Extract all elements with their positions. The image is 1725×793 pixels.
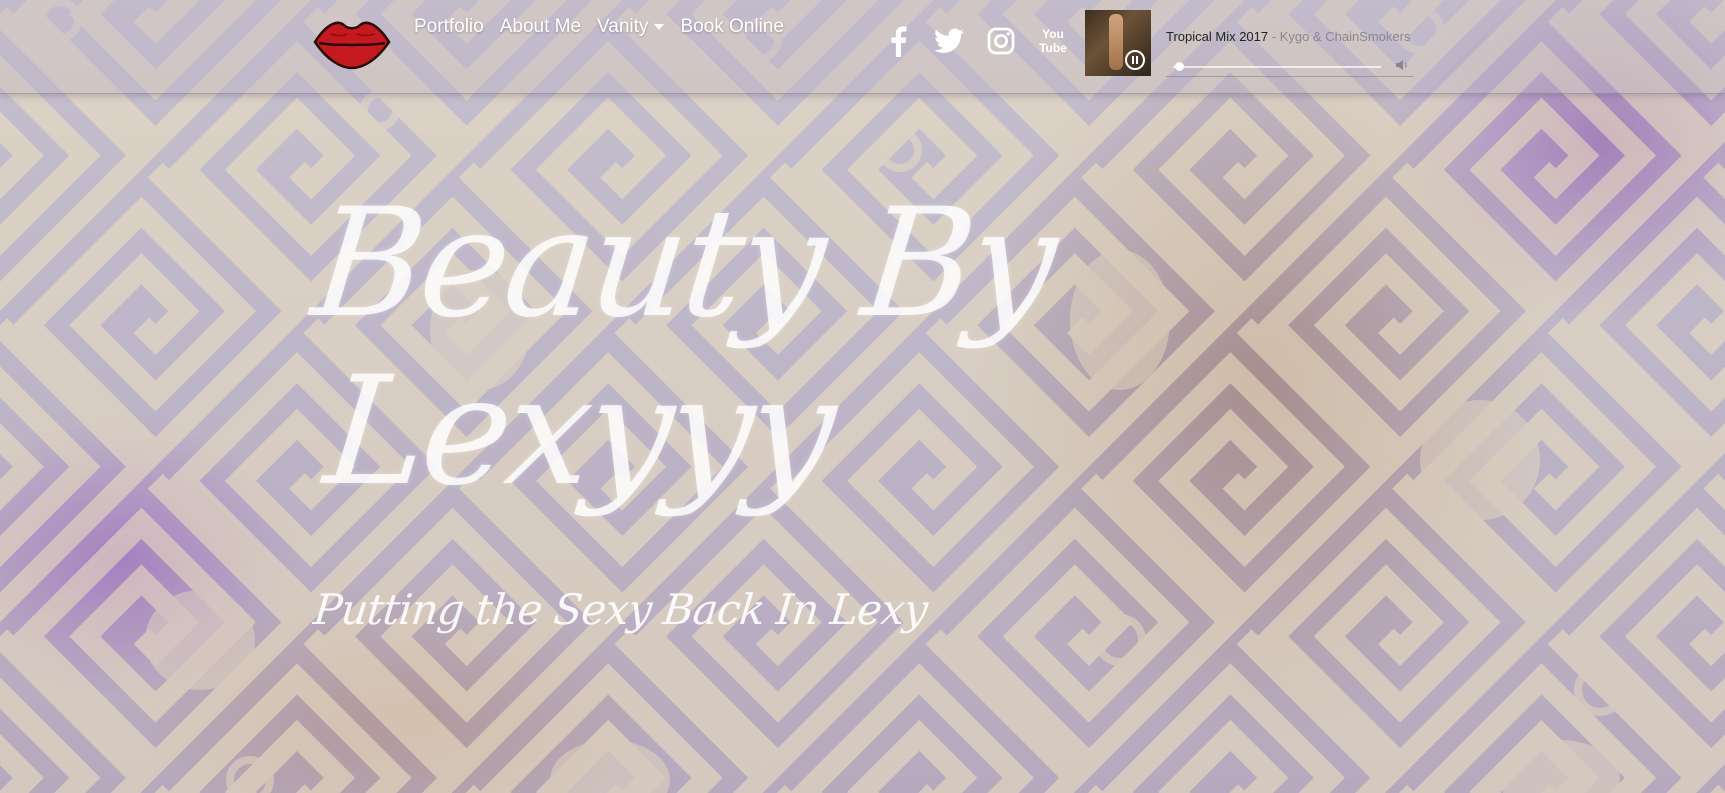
twitter-icon[interactable] — [931, 24, 967, 58]
hero-title-line1: Beauty By — [305, 177, 1061, 351]
lips-logo-icon[interactable] — [311, 14, 393, 72]
hero-title: Beauty By Lexyyy — [288, 177, 1083, 519]
music-player: Tropical Mix 2017 - Kygo & ChainSmokers — [1085, 10, 1415, 78]
nav-book-online-label: Book Online — [680, 16, 784, 37]
track-artist: - Kygo & ChainSmokers — [1271, 29, 1411, 44]
album-art-figure — [1109, 14, 1123, 70]
nav-vanity-label: Vanity — [597, 16, 649, 37]
caret-down-icon — [654, 24, 665, 30]
hero-subtitle: Putting the Sexy Back In Lexy — [311, 585, 930, 634]
nav-about-me[interactable]: About Me — [500, 16, 581, 38]
instagram-icon[interactable] — [985, 24, 1017, 58]
main-nav: Portfolio About Me Vanity Book Online — [414, 16, 784, 38]
progress-bar[interactable] — [1173, 62, 1381, 71]
youtube-icon-text-top: You — [1042, 27, 1064, 41]
pause-icon[interactable] — [1125, 50, 1145, 70]
volume-icon[interactable] — [1395, 58, 1409, 76]
nav-portfolio-label: Portfolio — [414, 16, 484, 37]
nav-vanity-dropdown[interactable]: Vanity — [597, 16, 665, 38]
player-divider — [1166, 76, 1414, 77]
album-art-play-toggle[interactable] — [1085, 10, 1151, 76]
youtube-icon-text-bottom: Tube — [1039, 41, 1067, 55]
facebook-icon[interactable] — [884, 24, 912, 58]
nav-about-me-label: About Me — [499, 16, 582, 37]
nav-book-online[interactable]: Book Online — [680, 16, 784, 38]
progress-knob[interactable] — [1175, 62, 1185, 71]
now-playing: Tropical Mix 2017 - Kygo & ChainSmokers — [1166, 29, 1410, 44]
track-title: Tropical Mix 2017 — [1166, 29, 1269, 44]
youtube-icon[interactable]: You Tube — [1038, 22, 1068, 60]
top-navigation-bar: Portfolio About Me Vanity Book Online Yo… — [0, 0, 1725, 94]
nav-portfolio[interactable]: Portfolio — [414, 16, 484, 38]
hero-title-line2: Lexyyy — [318, 345, 840, 519]
